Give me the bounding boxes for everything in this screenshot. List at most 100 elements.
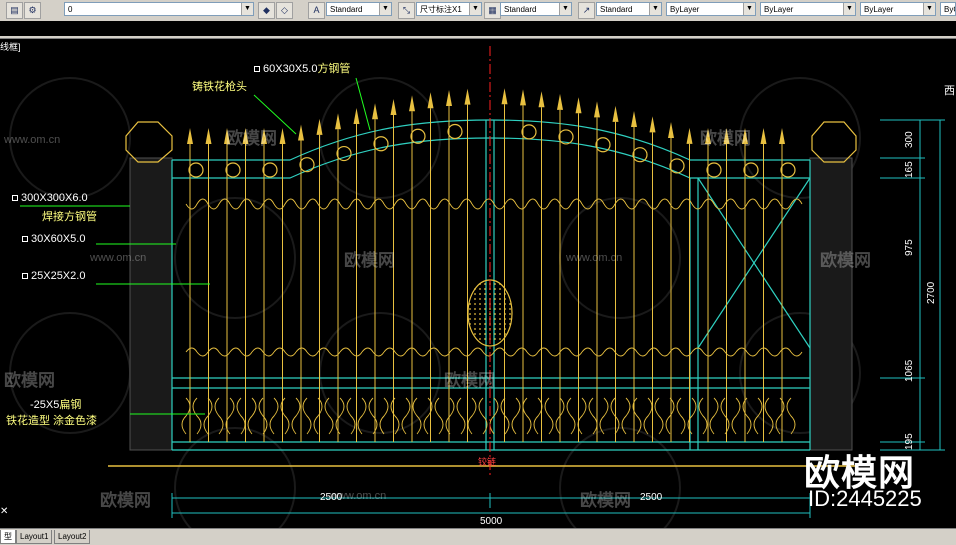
mesh-dot <box>479 313 481 315</box>
label-casting-desc: 铁花造型 涂金色漆 <box>6 415 98 427</box>
lineweight-combo[interactable]: ByLayer ▼ <box>860 2 936 16</box>
text-style-value: Standard <box>330 5 363 14</box>
mid-scroll <box>691 347 715 357</box>
mesh-dot <box>484 328 486 330</box>
upper-scroll <box>317 198 341 210</box>
bottom-scroll <box>357 397 378 435</box>
dim-style-combo[interactable]: 尺寸标注X1 ▼ <box>416 2 482 16</box>
bottom-scroll <box>511 397 532 435</box>
mid-scroll <box>251 347 275 357</box>
bottom-scroll <box>643 397 664 435</box>
watermark-brand: 欧模网 <box>700 129 751 148</box>
mid-scroll <box>229 347 253 357</box>
mesh-dot <box>474 288 476 290</box>
layer-combo[interactable]: 0 ▼ <box>64 2 254 16</box>
lineweight-value: ByLayer <box>864 5 894 14</box>
spear-head <box>594 101 600 118</box>
color-combo[interactable]: ByLayer ▼ <box>666 2 756 16</box>
multileader-style-icon[interactable]: ↗ <box>578 2 595 19</box>
mesh-dot <box>489 308 491 310</box>
mesh-dot <box>479 293 481 295</box>
upper-scroll <box>361 198 385 210</box>
mesh-dot <box>494 328 496 330</box>
watermark-brand: 欧模网 <box>100 491 151 510</box>
spear-head <box>298 124 304 141</box>
multileader-style-value: Standard <box>600 5 633 14</box>
linetype-combo[interactable]: ByLayer ▼ <box>760 2 856 16</box>
upper-scroll <box>647 198 671 210</box>
bottom-scroll <box>269 397 290 435</box>
mid-scroll <box>713 347 737 357</box>
mesh-dot <box>499 318 501 320</box>
mid-scroll <box>317 347 341 357</box>
spear-head <box>612 105 619 122</box>
upper-scroll <box>691 198 715 210</box>
mesh-dot <box>474 308 476 310</box>
tab-layout1[interactable]: Layout1 <box>16 530 53 544</box>
plot-style-combo[interactable]: ByCo <box>940 2 956 16</box>
spear-head <box>446 90 452 107</box>
label-center-mark: 铰链 <box>478 457 497 467</box>
tab-model[interactable]: 型 <box>0 530 16 544</box>
text-style-icon[interactable]: A <box>308 2 325 19</box>
label-spear-head: 铸铁花枪头 <box>192 81 247 93</box>
mesh-dot <box>479 328 481 330</box>
mesh-dot <box>494 288 496 290</box>
marker-icon <box>22 236 28 243</box>
top-ring <box>373 136 389 152</box>
layer-manager-icon[interactable]: ▤ <box>6 2 23 19</box>
layer-state-icon[interactable]: ⚙ <box>24 2 41 19</box>
bottom-scrolls <box>181 198 803 435</box>
spear-head <box>372 103 378 120</box>
mesh-dot <box>499 328 501 330</box>
tab-layout2[interactable]: Layout2 <box>54 530 91 544</box>
spear-head <box>279 128 286 144</box>
mid-scroll <box>757 347 781 357</box>
upper-scroll <box>405 198 429 210</box>
make-current-icon[interactable]: ◆ <box>258 2 275 19</box>
watermark-brand: 欧模网 <box>820 251 871 270</box>
mesh-dot <box>504 313 506 315</box>
mesh-dot <box>484 308 486 310</box>
dim-right-width: 2500 <box>640 492 663 503</box>
multileader-style-combo[interactable]: Standard ▼ <box>596 2 662 16</box>
spear-head <box>631 110 637 127</box>
close-icon[interactable]: ✕ <box>0 506 8 517</box>
mesh-dot <box>479 323 481 325</box>
label-flat-steel: -25X5扁钢 <box>30 396 81 412</box>
mesh-dot <box>484 303 486 305</box>
label-bar-size: 25X25X2.0 <box>22 270 85 282</box>
mesh-dot <box>504 333 506 335</box>
top-ring <box>188 162 204 178</box>
marker-icon <box>254 66 260 73</box>
layer-previous-icon[interactable]: ◇ <box>276 2 293 19</box>
right-post <box>809 157 853 451</box>
mesh-dot <box>509 308 511 310</box>
dim-style-icon[interactable]: ⤡ <box>398 2 415 19</box>
mid-scroll <box>515 347 539 357</box>
upper-scroll <box>471 198 495 210</box>
mesh-dot <box>479 333 481 335</box>
label-tube-top-suffix: 方钢管 <box>317 63 351 75</box>
linetype-value: ByLayer <box>764 5 794 14</box>
table-style-icon[interactable]: ▦ <box>484 2 501 19</box>
mesh-dot <box>484 293 486 295</box>
mesh-dot <box>484 288 486 290</box>
spear-head <box>575 97 582 114</box>
top-ring <box>299 157 315 173</box>
mid-scroll <box>405 347 429 357</box>
chevron-down-icon: ▼ <box>923 3 935 15</box>
watermark-brand: 欧模网 <box>444 371 495 390</box>
mesh-dot <box>494 338 496 340</box>
mid-scroll <box>779 347 803 357</box>
mesh-dot <box>494 293 496 295</box>
bottom-scroll <box>203 397 224 435</box>
mid-scroll <box>427 347 451 357</box>
spear-head <box>501 88 508 105</box>
text-style-combo[interactable]: Standard ▼ <box>326 2 392 16</box>
watermark-id: ID:2445225 <box>808 486 922 511</box>
mesh-dot <box>474 293 476 295</box>
table-style-combo[interactable]: Standard ▼ <box>500 2 572 16</box>
top-ring <box>225 162 241 178</box>
watermark-url: www.om.cn <box>4 134 61 146</box>
